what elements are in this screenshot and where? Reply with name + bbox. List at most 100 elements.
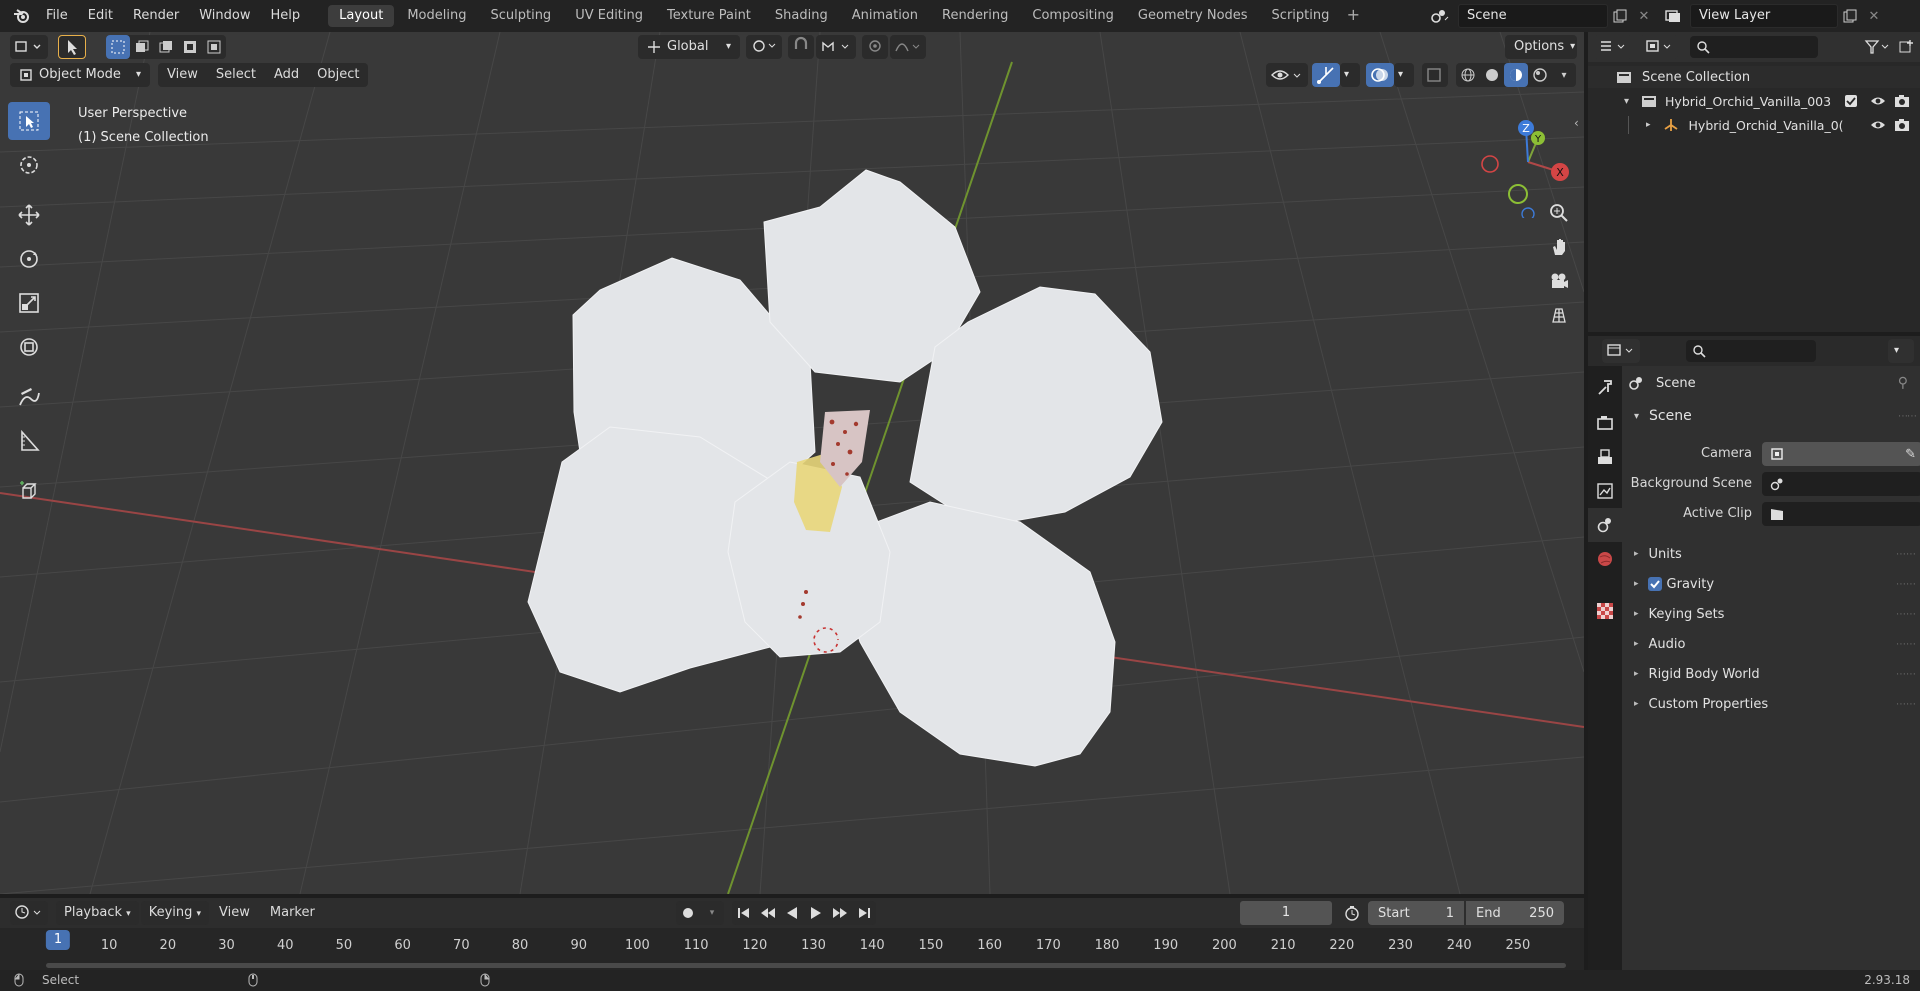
keying-sets-subpanel[interactable]: ▸ Keying Sets ⋯⋯ [1628, 602, 1916, 626]
drag-handle-icon[interactable]: ⋯⋯ [1896, 639, 1916, 650]
remove-scene-icon[interactable]: ✕ [1632, 4, 1656, 28]
expand-arrow-icon[interactable]: ▸ [1646, 120, 1651, 130]
snap-toggle[interactable] [788, 35, 814, 59]
drag-handle-icon[interactable]: ⋯⋯ [1896, 699, 1916, 710]
viewport-menu-select[interactable]: Select [207, 63, 265, 87]
units-subpanel[interactable]: ▸ Units ⋯⋯ [1628, 542, 1916, 566]
menu-window[interactable]: Window [189, 0, 260, 32]
snap-target-dropdown[interactable] [816, 35, 856, 59]
jump-to-start-icon[interactable] [732, 901, 756, 925]
add-cube-tool[interactable] [8, 472, 50, 510]
outliner-display-mode-button[interactable] [1640, 35, 1678, 59]
shading-dropdown-icon[interactable]: ▾ [1552, 63, 1576, 87]
camera-field[interactable]: ✎ [1762, 442, 1920, 466]
viewport-menu-add[interactable]: Add [265, 63, 308, 87]
rigid-body-world-subpanel[interactable]: ▸ Rigid Body World ⋯⋯ [1628, 662, 1916, 686]
gizmo-dropdown[interactable]: ▾ [1340, 63, 1360, 87]
gizmo-toggle[interactable] [1312, 63, 1340, 87]
copy-view-layer-icon[interactable] [1838, 4, 1862, 28]
background-scene-field[interactable] [1762, 472, 1920, 496]
wireframe-shading-icon[interactable] [1456, 63, 1480, 87]
outliner-editor-type-button[interactable] [1594, 35, 1632, 59]
select-subtract-icon[interactable] [154, 35, 178, 59]
menu-edit[interactable]: Edit [78, 0, 123, 32]
timeline-editor-type-button[interactable] [10, 901, 48, 925]
outliner-item-row[interactable]: ▾ Hybrid_Orchid_Vanilla_003 [1588, 90, 1920, 112]
3d-viewport[interactable]: Global ▾ Options ▾ Object Mode ▾ View Se… [0, 32, 1584, 894]
start-frame-field[interactable]: Start 1 [1368, 901, 1464, 925]
drag-handle-icon[interactable]: ⋯⋯ [1896, 609, 1916, 620]
view-layer-field[interactable]: View Layer [1690, 4, 1838, 28]
outliner-item-row[interactable]: ▸ Hybrid_Orchid_Vanilla_0( [1588, 114, 1920, 136]
transform-tool[interactable] [8, 328, 50, 366]
drag-handle-icon[interactable]: ⋯⋯ [1898, 411, 1917, 422]
tab-uv-editing[interactable]: UV Editing [564, 5, 654, 27]
visibility-dropdown[interactable] [1266, 63, 1308, 87]
auto-key-dropdown-icon[interactable]: ▾ [700, 901, 724, 925]
tab-compositing[interactable]: Compositing [1021, 5, 1125, 27]
preview-range-icon[interactable] [1340, 901, 1364, 925]
properties-editor-type-button[interactable] [1602, 339, 1640, 363]
record-icon[interactable] [676, 901, 700, 925]
transform-orientation-dropdown[interactable]: Global ▾ [638, 35, 740, 59]
tab-scripting[interactable]: Scripting [1261, 5, 1341, 27]
outliner-search-input[interactable] [1690, 36, 1818, 58]
select-extend-icon[interactable] [130, 35, 154, 59]
jump-to-keyframe-back-icon[interactable] [756, 901, 780, 925]
audio-subpanel[interactable]: ▸ Audio ⋯⋯ [1628, 632, 1916, 656]
new-collection-icon[interactable] [1894, 35, 1918, 59]
tab-sculpting[interactable]: Sculpting [479, 5, 562, 27]
eye-icon[interactable] [1870, 119, 1886, 131]
pan-hand-icon[interactable] [1542, 232, 1576, 262]
current-frame-marker[interactable]: 1 [45, 930, 71, 950]
timeline-menu-keying[interactable]: Keying ▾ [140, 901, 210, 925]
eyedropper-icon[interactable]: ✎ [1905, 447, 1916, 462]
world-tab-icon[interactable] [1588, 542, 1622, 576]
drag-handle-icon[interactable]: ⋯⋯ [1896, 549, 1916, 560]
select-invert-icon[interactable] [178, 35, 202, 59]
viewport-menu-object[interactable]: Object [308, 63, 368, 87]
pin-icon[interactable]: ⚲ [1898, 375, 1908, 391]
remove-view-layer-icon[interactable]: ✕ [1862, 4, 1886, 28]
rotate-tool[interactable] [8, 240, 50, 278]
frame-ruler[interactable]: 1 10 20 30 40 50 60 70 80 90 100 110 120 130 140 150 160… [0, 928, 1584, 970]
custom-properties-subpanel[interactable]: ▸ Custom Properties ⋯⋯ [1628, 692, 1916, 716]
properties-search-input[interactable] [1686, 340, 1816, 362]
gravity-checkbox[interactable] [1647, 576, 1663, 592]
view-layer-icon[interactable] [1656, 4, 1690, 28]
eye-icon[interactable] [1870, 95, 1886, 107]
drag-handle-icon[interactable]: ⋯⋯ [1896, 579, 1916, 590]
tab-geometry-nodes[interactable]: Geometry Nodes [1127, 5, 1259, 27]
menu-help[interactable]: Help [261, 0, 311, 32]
editor-type-button[interactable] [10, 35, 48, 59]
rendered-shading-icon[interactable] [1528, 63, 1552, 87]
texture-tab-icon[interactable] [1588, 594, 1622, 628]
blender-logo-icon[interactable] [8, 4, 36, 28]
tab-modeling[interactable]: Modeling [396, 5, 477, 27]
frame-scrollbar[interactable] [46, 963, 1566, 968]
material-shading-icon[interactable] [1504, 63, 1528, 87]
pivot-point-dropdown[interactable] [746, 35, 782, 59]
tool-settings-tab-icon[interactable] [1588, 370, 1622, 404]
xray-toggle[interactable] [1422, 63, 1448, 87]
object-mode-dropdown[interactable]: Object Mode ▾ [10, 63, 150, 87]
output-tab-icon[interactable] [1588, 440, 1622, 474]
move-tool[interactable] [8, 196, 50, 234]
tab-shading[interactable]: Shading [764, 5, 839, 27]
viewport-menu-view[interactable]: View [158, 63, 207, 87]
collapse-sidebar-icon[interactable]: ‹ [1574, 116, 1579, 130]
scene-section-header[interactable]: ▾ Scene ⋯⋯ [1628, 404, 1917, 428]
perspective-toggle-icon[interactable] [1542, 300, 1576, 330]
menu-file[interactable]: File [36, 0, 78, 32]
select-mode-tweak-button[interactable] [58, 35, 86, 59]
overlay-dropdown[interactable]: ▾ [1394, 63, 1414, 87]
play-reverse-icon[interactable] [780, 901, 804, 925]
camera-render-icon[interactable] [1894, 94, 1910, 108]
scene-name-field[interactable]: Scene [1458, 4, 1608, 28]
tab-texture-paint[interactable]: Texture Paint [656, 5, 762, 27]
scene-tab-icon[interactable] [1588, 508, 1622, 542]
menu-render[interactable]: Render [123, 0, 189, 32]
play-icon[interactable] [804, 901, 828, 925]
tab-rendering[interactable]: Rendering [931, 5, 1019, 27]
tab-animation[interactable]: Animation [841, 5, 929, 27]
